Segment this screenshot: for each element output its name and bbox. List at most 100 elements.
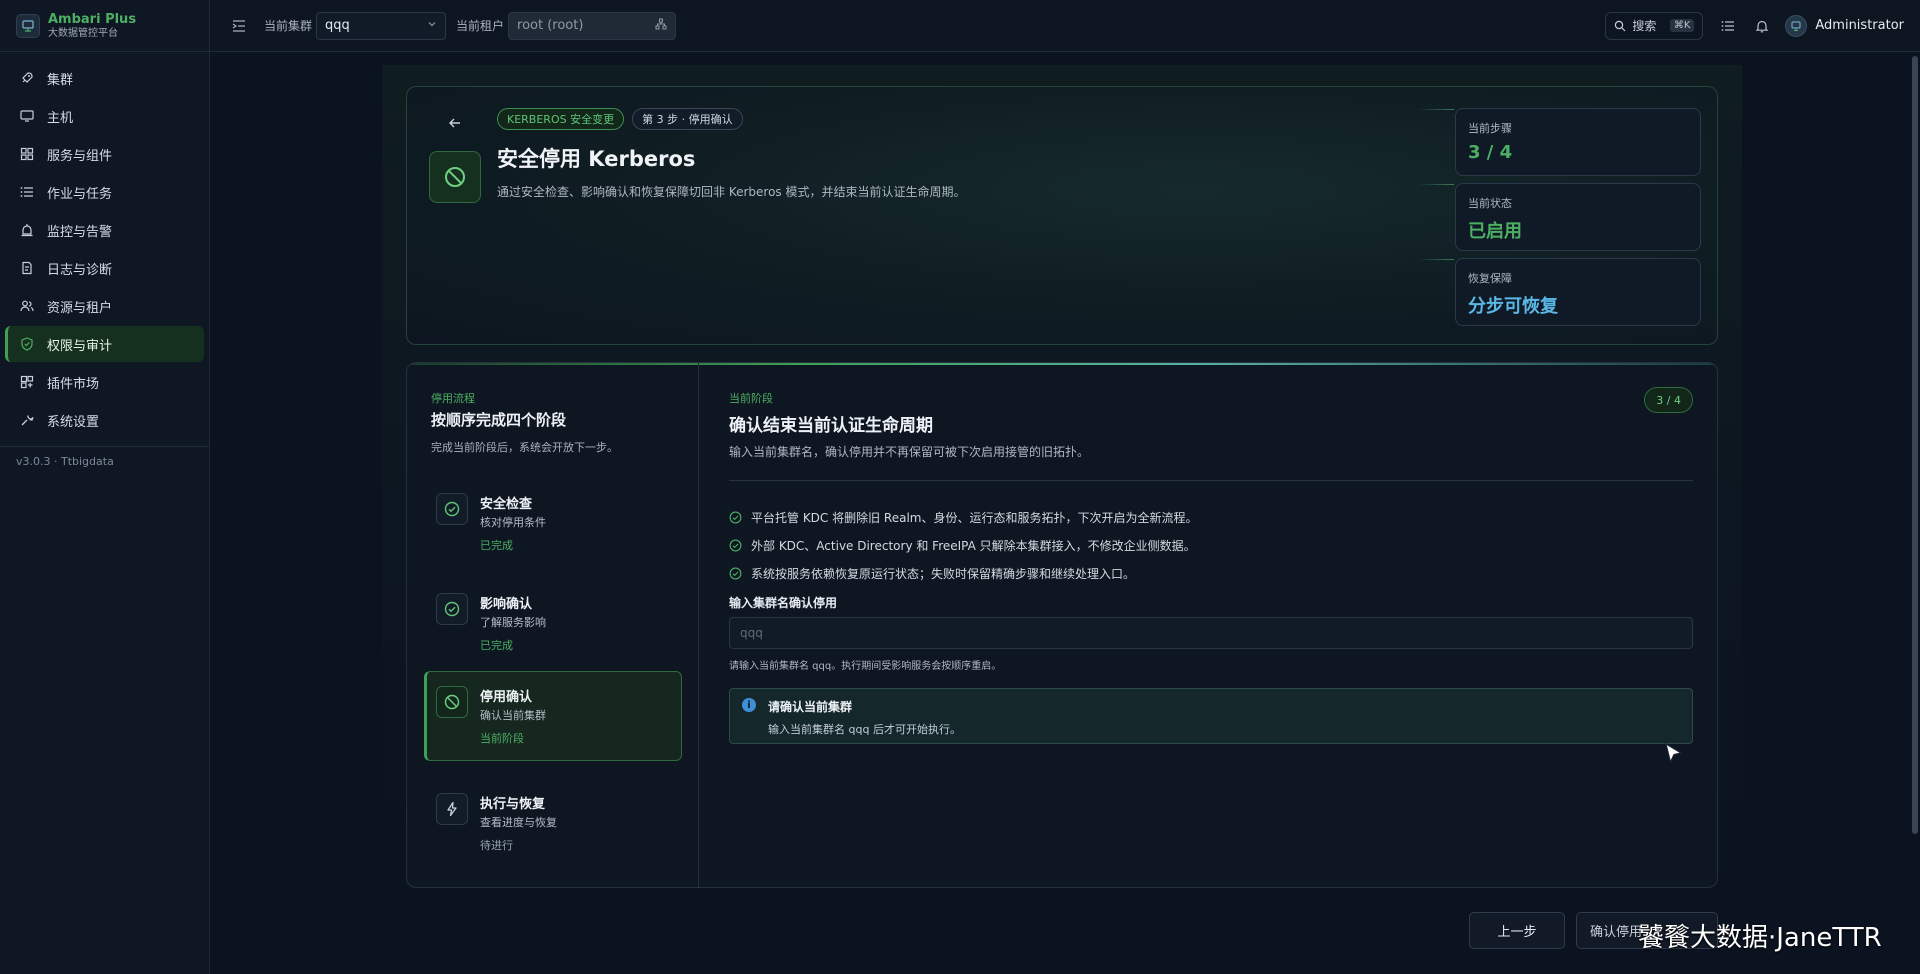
steps-column: 停用流程 按顺序完成四个阶段 完成当前阶段后，系统会开放下一步。 安全检查 核对… — [407, 363, 699, 887]
step-name: 停用确认 — [480, 690, 533, 705]
brand[interactable]: Ambari Plus 大数据管控平台 — [0, 0, 209, 52]
brand-subtitle: 大数据管控平台 — [48, 27, 118, 39]
step-tag: 第 3 步 · 停用确认 — [632, 108, 743, 130]
sidebar-item-logs[interactable]: 日志与诊断 — [5, 250, 204, 286]
monitor-icon — [19, 108, 35, 124]
notice-title: 请确认当前集群 — [768, 700, 853, 714]
sidebar-item-services[interactable]: 服务与组件 — [5, 136, 204, 172]
step-security-check[interactable]: 安全检查 核对停用条件 已完成 — [424, 479, 682, 569]
sidebar-item-settings[interactable]: 系统设置 — [5, 402, 204, 438]
brand-logo-icon — [16, 13, 40, 38]
tenant-select[interactable]: root (root) — [508, 11, 677, 40]
wizard-panel: 停用流程 按顺序完成四个阶段 完成当前阶段后，系统会开放下一步。 安全检查 核对… — [406, 362, 1718, 888]
check-circle-icon — [436, 493, 468, 525]
hierarchy-icon — [655, 18, 667, 34]
list-item: 系统按服务依赖恢复原运行状态；失败时保留精确步骤和继续处理入口。 — [729, 559, 1198, 587]
sidebar-item-label: 监控与告警 — [47, 224, 113, 240]
brand-title: Ambari Plus — [48, 11, 137, 27]
sidebar-item-monitoring[interactable]: 监控与告警 — [5, 212, 204, 248]
alarm-icon — [19, 222, 35, 238]
step-execute-recover[interactable]: 执行与恢复 查看进度与恢复 待进行 — [424, 779, 682, 869]
connector-line — [1418, 259, 1454, 260]
version-label: v3.0.3 · Ttbigdata — [16, 455, 114, 468]
steps-hint: 完成当前阶段后，系统会开放下一步。 — [431, 441, 618, 454]
sidebar-item-label: 主机 — [47, 110, 74, 126]
chevron-down-icon — [427, 18, 437, 33]
sidebar-item-cluster[interactable]: 集群 — [5, 60, 204, 96]
stat-label: 当前状态 — [1468, 197, 1512, 210]
grid-icon — [19, 146, 35, 162]
impact-list: 平台托管 KDC 将删除旧 Realm、身份、运行态和服务拓扑，下次开启为全新流… — [729, 503, 1198, 587]
search-shortcut: ⌘K — [1669, 19, 1695, 32]
sidebar-item-plugins[interactable]: 插件市场 — [5, 364, 204, 400]
step-status: 待进行 — [480, 839, 513, 852]
lightning-icon — [436, 793, 468, 825]
user-name: Administrator — [1815, 18, 1904, 33]
step-name: 执行与恢复 — [480, 797, 546, 812]
steps-title: 按顺序完成四个阶段 — [431, 411, 567, 429]
check-circle-icon — [436, 593, 468, 625]
cluster-select[interactable]: qqq — [316, 11, 447, 40]
sidebar-item-resources[interactable]: 资源与租户 — [5, 288, 204, 324]
sidebar-item-label: 服务与组件 — [47, 148, 113, 164]
tenant-label: 当前租户 — [456, 19, 505, 33]
sidebar-nav: 集群 主机 服务与组件 作业与任务 监控与告警 日志与诊断 资源与租户 权限与审… — [0, 52, 209, 438]
step-disable-confirm[interactable]: 停用确认 确认当前集群 当前阶段 — [424, 671, 682, 761]
confirm-notice: i 请确认当前集群 输入当前集群名 qqq 后才可开始执行。 — [729, 688, 1693, 744]
progress-badge: 3 / 4 — [1644, 387, 1693, 413]
wrench-icon — [19, 412, 35, 428]
step-name: 安全检查 — [480, 497, 533, 512]
shield-icon — [19, 336, 35, 352]
stat-value: 已启用 — [1468, 221, 1522, 242]
kerberos-tag: KERBEROS 安全变更 — [497, 108, 625, 130]
stat-current-status: 当前状态 已启用 — [1418, 183, 1701, 251]
users-icon — [19, 298, 35, 314]
sidebar: Ambari Plus 大数据管控平台 集群 主机 服务与组件 作业与任务 监控… — [0, 0, 210, 974]
check-circle-icon — [729, 566, 743, 580]
step-desc: 查看进度与恢复 — [480, 816, 557, 829]
sidebar-item-label: 插件市场 — [47, 376, 100, 392]
step-impact-confirm[interactable]: 影响确认 了解服务影响 已完成 — [424, 579, 682, 669]
list-item-text: 平台托管 KDC 将删除旧 Realm、身份、运行态和服务拓扑，下次开启为全新流… — [751, 510, 1198, 525]
check-circle-icon — [729, 510, 743, 524]
page-scrollbar[interactable] — [1912, 56, 1918, 834]
collapse-menu-icon[interactable] — [232, 17, 250, 35]
bell-icon[interactable] — [1753, 17, 1771, 35]
list-item-text: 系统按服务依赖恢复原运行状态；失败时保留精确步骤和继续处理入口。 — [751, 566, 1136, 581]
log-icon — [19, 260, 35, 276]
back-arrow-icon[interactable] — [447, 115, 463, 135]
list-item: 平台托管 KDC 将删除旧 Realm、身份、运行态和服务拓扑，下次开启为全新流… — [729, 503, 1198, 531]
sidebar-item-hosts[interactable]: 主机 — [5, 98, 204, 134]
sidebar-item-security[interactable]: 权限与审计 — [5, 326, 204, 362]
sidebar-divider — [0, 446, 209, 447]
step-status: 当前阶段 — [480, 732, 524, 745]
rocket-icon — [19, 70, 35, 86]
sidebar-item-jobs[interactable]: 作业与任务 — [5, 174, 204, 210]
search-button[interactable]: 搜索 ⌘K — [1605, 11, 1704, 40]
sidebar-item-label: 权限与审计 — [47, 338, 113, 354]
connector-line — [1418, 184, 1454, 185]
list-item: 外部 KDC、Active Directory 和 FreeIPA 只解除本集群… — [729, 531, 1198, 559]
step-desc: 核对停用条件 — [480, 516, 546, 529]
task-list-icon[interactable] — [1719, 17, 1737, 35]
search-icon — [1614, 20, 1626, 32]
cluster-label: 当前集群 — [264, 19, 313, 33]
notice-text: 输入当前集群名 qqq 后才可开始执行。 — [768, 723, 961, 736]
list-item-text: 外部 KDC、Active Directory 和 FreeIPA 只解除本集群… — [751, 538, 1196, 553]
user-menu[interactable]: Administrator — [1785, 14, 1904, 37]
topbar: 当前集群 qqq 当前租户 root (root) 搜索 ⌘K Administ… — [210, 0, 1920, 52]
cluster-name-input[interactable] — [729, 617, 1693, 649]
page-description: 通过安全检查、影响确认和恢复保障切回非 Kerberos 模式，并结束当前认证生… — [497, 185, 966, 199]
mouse-cursor-icon — [1662, 742, 1686, 770]
step-status: 已完成 — [480, 639, 513, 652]
prev-step-button[interactable]: 上一步 — [1469, 912, 1565, 949]
topbar-actions: 搜索 ⌘K Administrator — [1605, 11, 1904, 40]
ban-icon — [429, 151, 481, 203]
step-status: 已完成 — [480, 539, 513, 552]
connector-line — [1418, 109, 1454, 110]
step-desc: 确认当前集群 — [480, 709, 546, 722]
content-kicker: 当前阶段 — [729, 392, 773, 405]
cluster-name-label: 输入集群名确认停用 — [729, 596, 838, 610]
sidebar-item-label: 系统设置 — [47, 414, 100, 430]
stat-value: 3 / 4 — [1468, 142, 1513, 163]
